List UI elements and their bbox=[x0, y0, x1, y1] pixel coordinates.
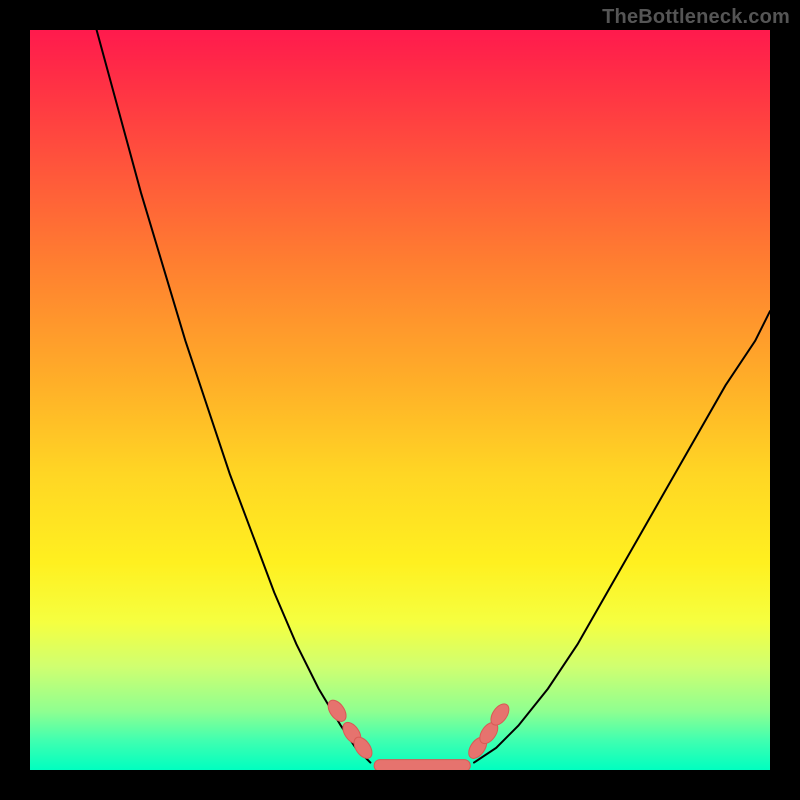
chart-svg bbox=[30, 30, 770, 770]
marker-left-0 bbox=[324, 697, 349, 725]
outer-frame: TheBottleneck.com bbox=[0, 0, 800, 800]
right-curve bbox=[474, 311, 770, 762]
marker-flat-bar bbox=[374, 760, 470, 770]
plot-area bbox=[30, 30, 770, 770]
attribution-label: TheBottleneck.com bbox=[602, 6, 790, 29]
left-curve bbox=[97, 30, 371, 763]
markers-group bbox=[324, 697, 512, 770]
